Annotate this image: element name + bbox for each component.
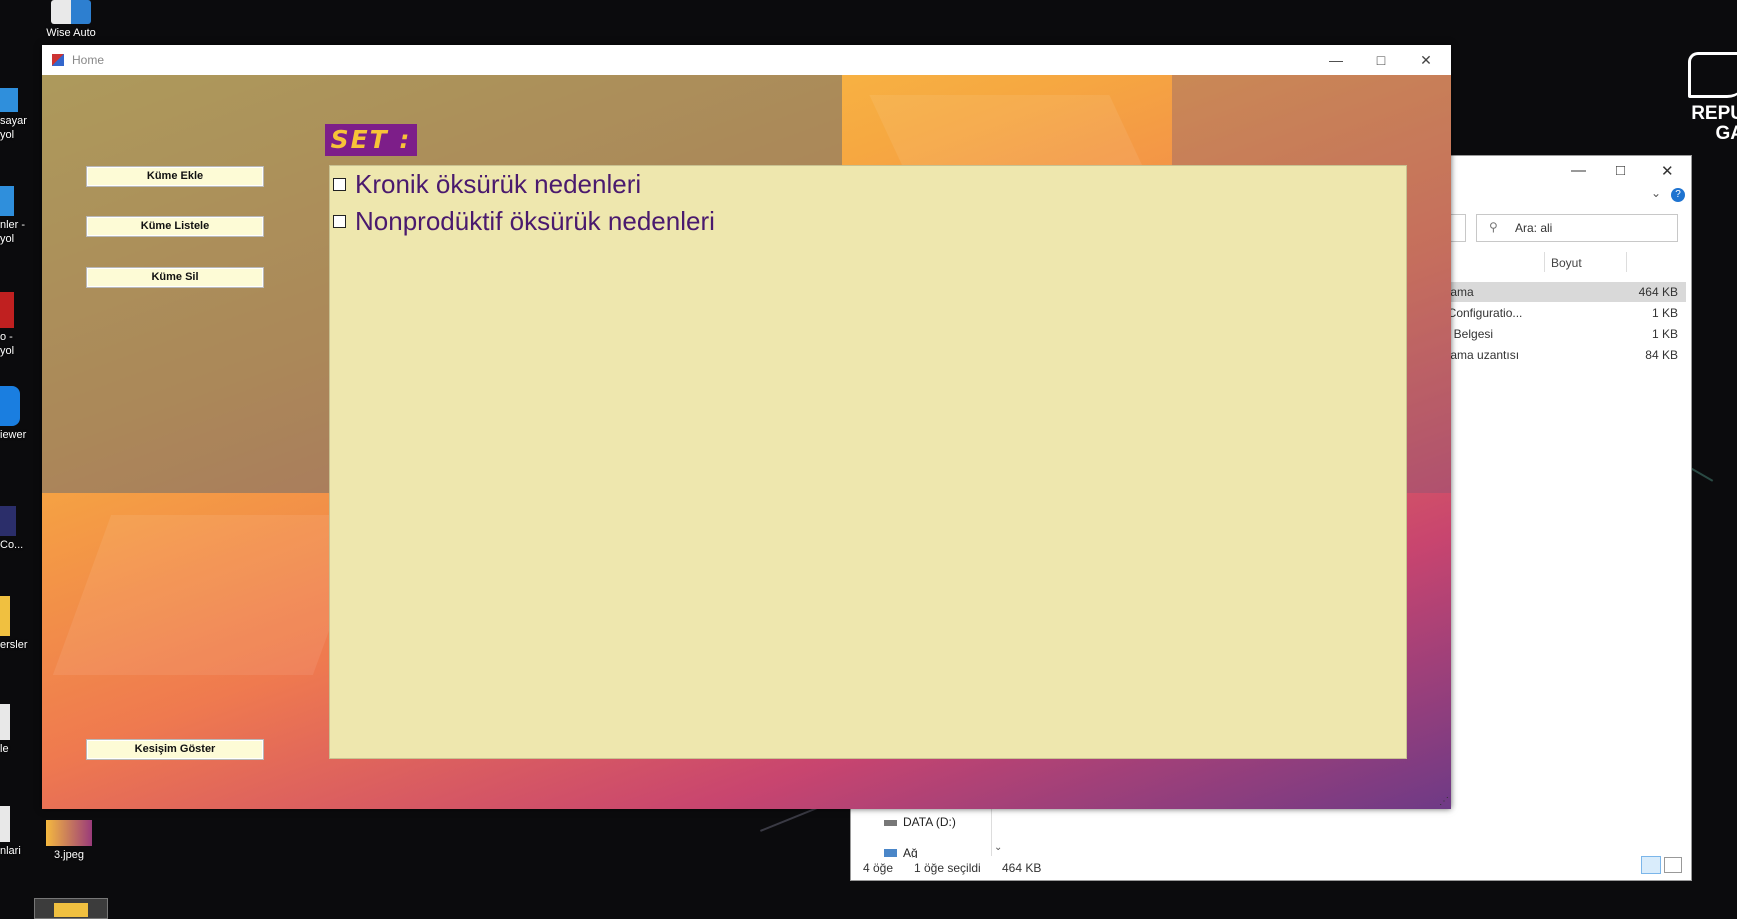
file-row[interactable]: . Configuratio... 1 KB [1441,303,1686,323]
desktop-icon-shortcut[interactable]: o - yol [0,292,34,358]
desktop-icon-computer[interactable]: sayar yol [0,88,34,142]
home-window[interactable]: Home — □ ✕ Küme Ekle Küme Listele Küme S… [42,45,1451,809]
download-arrow-icon [0,186,14,216]
search-icon: ⚲ [1489,220,1498,234]
search-input[interactable]: ⚲ Ara: ali [1476,214,1678,242]
title-bar[interactable]: Home — □ ✕ [42,45,1451,75]
column-divider[interactable] [1626,252,1627,272]
file-row[interactable]: ulama uzantısı 84 KB [1441,345,1686,365]
close-button[interactable]: ✕ [1404,48,1448,72]
desktop-icon-downloads[interactable]: nler - yol [0,186,34,246]
folder-icon [54,903,88,917]
folder-icon [0,596,10,636]
delete-set-button[interactable]: Küme Sil [86,267,264,288]
maximize-button[interactable]: □ [1616,162,1625,179]
computer-icon [0,88,18,112]
list-item[interactable]: Nonprodüktif öksürük nedenleri [333,204,715,238]
desktop-icon-game[interactable]: Co... [0,506,34,552]
list-item-label: Kronik öksürük nedenleri [355,168,642,199]
add-set-button[interactable]: Küme Ekle [86,166,264,187]
column-header-size[interactable]: Boyut [1551,256,1582,270]
help-icon[interactable]: ? [1671,188,1685,202]
minimize-button[interactable]: — [1571,162,1586,179]
desktop-icon-file[interactable]: le [0,704,34,756]
teamviewer-icon [0,386,20,426]
network-icon [884,849,897,857]
file-row[interactable]: ulama 464 KB [1441,282,1686,302]
status-selected: 1 öğe seçildi [914,861,981,875]
app-icon [0,292,14,328]
document-icon [0,806,10,842]
drive-icon [884,820,897,826]
background-facet [52,515,372,675]
desktop-icon-3jpeg[interactable]: 3.jpeg [42,820,96,862]
scroll-down-icon[interactable]: ⌄ [994,842,1002,853]
status-size: 464 KB [1002,861,1042,875]
details-view-icon[interactable] [1641,856,1661,874]
set-checklist[interactable]: Kronik öksürük nedenleri Nonprodüktif ök… [329,165,1407,759]
set-label: SET : [325,124,417,156]
game-icon [0,506,16,536]
rog-logo: REPU GA [1664,52,1737,144]
large-icons-view-icon[interactable] [1664,857,1682,873]
list-item-label: Nonprodüktif öksürük nedenleri [355,205,715,236]
rog-eye-icon [1688,52,1737,98]
maximize-button[interactable]: □ [1359,48,1403,72]
nav-item-drive-d[interactable]: DATA (D:) [884,815,956,829]
desktop-icon-folder[interactable]: ersler [0,596,34,652]
client-area: Küme Ekle Küme Listele Küme Sil Kesişim … [42,75,1451,809]
show-intersection-button[interactable]: Kesişim Göster [86,739,264,760]
resize-grip-icon[interactable]: ⋰ [1439,796,1449,807]
close-button[interactable]: ✕ [1661,162,1674,180]
window-title: Home [72,53,105,67]
checkbox[interactable] [333,214,346,228]
file-row[interactable]: in Belgesi 1 KB [1441,324,1686,344]
list-item[interactable]: Kronik öksürük nedenleri [333,167,641,201]
image-thumbnail-icon [46,820,92,846]
taskbar-folder-icon[interactable] [34,898,108,919]
status-item-count: 4 öğe [863,861,894,875]
column-divider[interactable] [1544,252,1545,272]
desktop-icon-wise-auto[interactable]: Wise Auto [42,0,100,40]
nav-scrollbar[interactable]: ⌄ [991,806,1006,856]
ribbon-expand-icon[interactable]: ⌄ [1651,186,1661,200]
checkbox[interactable] [333,177,346,191]
app-icon [52,54,64,66]
file-icon [0,704,10,740]
shield-icon [51,0,91,24]
nav-item-network[interactable]: Ağ [884,846,918,858]
desktop-icon-teamviewer[interactable]: iewer [0,386,34,442]
minimize-button[interactable]: — [1314,48,1358,72]
desktop-icon-documents[interactable]: nlari [0,806,34,858]
list-sets-button[interactable]: Küme Listele [86,216,264,237]
